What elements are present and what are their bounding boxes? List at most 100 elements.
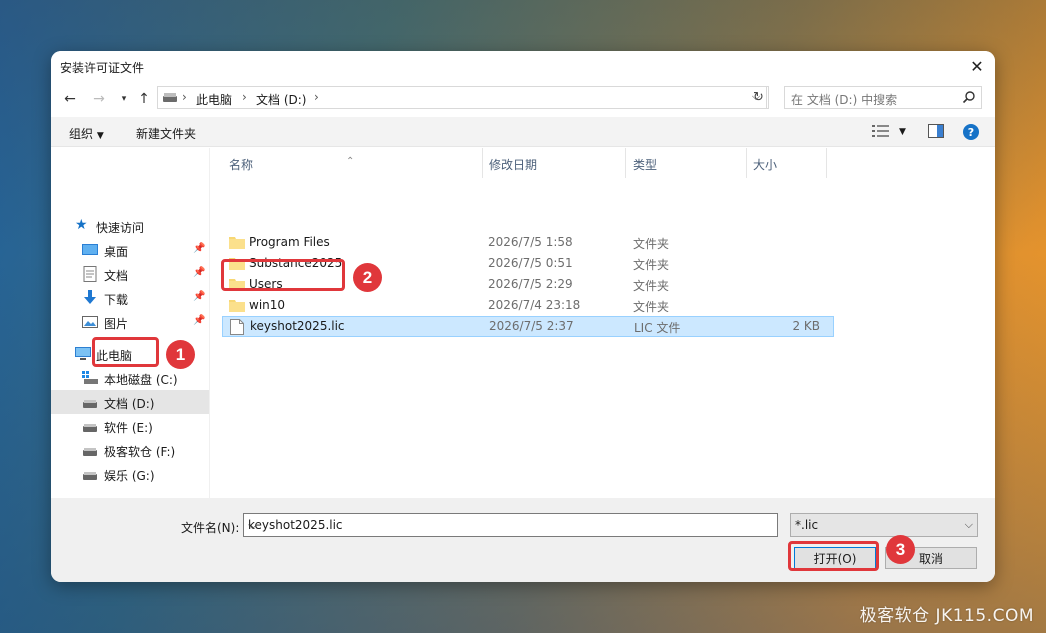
close-icon: ✕ xyxy=(970,56,984,76)
folder-icon xyxy=(229,237,245,249)
drive-icon xyxy=(83,400,97,408)
chevron-down-icon[interactable]: ⌵ xyxy=(248,518,773,533)
navigation-pane: ★ 快速访问 桌面 📌 文档 📌 下载 📌 图片 📌 此电脑 本地磁盘 (C:)… xyxy=(51,148,210,515)
sidebar-item-pictures[interactable]: 图片 📌 xyxy=(51,310,209,334)
chevron-down-icon: ▾ xyxy=(121,94,127,104)
dialog-title: 安装许可证文件 xyxy=(60,61,145,75)
sidebar-item-documents[interactable]: 文档 📌 xyxy=(51,262,209,286)
file-type: 文件夹 xyxy=(633,300,670,314)
column-size[interactable]: 大小 xyxy=(753,156,777,173)
file-type: LIC 文件 xyxy=(634,321,681,335)
forward-button[interactable]: → xyxy=(89,88,109,110)
desktop-icon xyxy=(82,244,98,255)
column-divider[interactable] xyxy=(625,148,626,178)
step-badge-1: 1 xyxy=(166,340,195,369)
file-row[interactable]: win10 2026/7/4 23:18 文件夹 xyxy=(222,295,834,316)
arrow-up-icon: ↑ xyxy=(138,91,150,107)
highlight-box-lic-file xyxy=(221,259,345,291)
pin-icon: 📌 xyxy=(193,315,206,326)
command-bar: 组织 ▼ 新建文件夹 ▼ ? xyxy=(51,117,995,147)
search-input[interactable]: 在 文档 (D:) 中搜索 xyxy=(784,86,982,109)
sidebar-item-drive-c[interactable]: 本地磁盘 (C:) xyxy=(51,366,209,390)
file-date: 2026/7/5 2:37 xyxy=(489,319,574,333)
file-type-filter: *.lic xyxy=(795,518,819,532)
breadcrumb-this-pc[interactable]: 此电脑 xyxy=(196,91,232,108)
filename-input[interactable]: keyshot2025.lic ⌵ xyxy=(243,513,778,537)
recent-locations-button[interactable]: ▾ xyxy=(114,88,134,110)
highlight-box-open-button xyxy=(788,541,879,571)
sidebar-item-downloads[interactable]: 下载 📌 xyxy=(51,286,209,310)
drive-icon xyxy=(163,93,177,102)
address-bar[interactable]: › 此电脑 › 文档 (D:) › ⌵ xyxy=(157,86,767,109)
sidebar-item-drive-f[interactable]: 极客软仓 (F:) xyxy=(51,438,209,462)
file-size: 2 KB xyxy=(792,319,820,333)
step-badge-2: 2 xyxy=(353,263,382,292)
arrow-left-icon: ← xyxy=(64,91,76,107)
close-button[interactable]: ✕ xyxy=(959,51,995,81)
arrow-right-icon: → xyxy=(93,91,105,107)
file-name: keyshot2025.lic xyxy=(250,319,345,333)
breadcrumb-separator: › xyxy=(182,90,187,104)
navigation-bar: ← → ▾ ↑ › 此电脑 › 文档 (D:) › ⌵ ↻ 在 文档 (D:) … xyxy=(51,84,995,114)
column-type[interactable]: 类型 xyxy=(633,156,657,173)
pictures-icon xyxy=(82,316,98,328)
refresh-button[interactable]: ↻ xyxy=(749,86,769,109)
system-drive-icon xyxy=(82,371,98,384)
step-badge-3: 3 xyxy=(886,535,915,564)
sidebar-item-quick-access[interactable]: ★ 快速访问 xyxy=(51,214,209,238)
sidebar-item-drive-d[interactable]: 文档 (D:) xyxy=(51,390,209,414)
file-list: ⌃ 名称 修改日期 类型 大小 Program Files 2026/7/5 1… xyxy=(211,148,995,498)
sidebar-item-drive-g[interactable]: 娱乐 (G:) xyxy=(51,462,209,486)
document-icon xyxy=(83,266,97,282)
column-divider[interactable] xyxy=(482,148,483,178)
file-open-dialog: 安装许可证文件 ✕ ← → ▾ ↑ › 此电脑 › 文档 (D:) › ⌵ ↻ xyxy=(51,51,995,582)
folder-icon xyxy=(229,300,245,312)
drive-icon xyxy=(83,424,97,432)
column-name[interactable]: 名称 xyxy=(229,156,253,173)
filename-label: 文件名(N): xyxy=(181,521,240,535)
up-button[interactable]: ↑ xyxy=(134,88,154,110)
column-divider[interactable] xyxy=(826,148,827,178)
file-name: win10 xyxy=(249,298,286,312)
computer-icon xyxy=(75,347,91,360)
breadcrumb-separator: › xyxy=(314,90,319,104)
drive-icon xyxy=(83,448,97,456)
sidebar-item-drive-e[interactable]: 软件 (E:) xyxy=(51,414,209,438)
preview-pane-icon[interactable] xyxy=(928,124,944,138)
column-divider[interactable] xyxy=(746,148,747,178)
sidebar-item-desktop[interactable]: 桌面 📌 xyxy=(51,238,209,262)
pin-icon: 📌 xyxy=(193,267,206,278)
file-date: 2026/7/5 1:58 xyxy=(488,235,573,249)
chevron-down-icon: ▼ xyxy=(96,131,104,141)
view-options-icon[interactable] xyxy=(872,124,890,138)
pin-icon: 📌 xyxy=(193,243,206,254)
help-icon[interactable]: ? xyxy=(963,124,979,140)
watermark: 极客软仓 JK115.COM xyxy=(859,606,1034,626)
refresh-icon: ↻ xyxy=(753,90,764,105)
search-icon xyxy=(962,91,975,104)
file-date: 2026/7/5 0:51 xyxy=(488,256,573,270)
file-type-select[interactable]: *.lic ⌵ xyxy=(790,513,978,537)
file-row[interactable]: Program Files 2026/7/5 1:58 文件夹 xyxy=(222,232,834,253)
file-type: 文件夹 xyxy=(633,258,670,272)
file-type: 文件夹 xyxy=(633,237,670,251)
view-dropdown-button[interactable]: ▼ xyxy=(899,127,906,137)
file-date: 2026/7/4 23:18 xyxy=(488,298,581,312)
organize-button[interactable]: 组织 ▼ xyxy=(69,125,104,142)
file-date: 2026/7/5 2:29 xyxy=(488,277,573,291)
breadcrumb-drive-d[interactable]: 文档 (D:) xyxy=(256,91,306,108)
back-button[interactable]: ← xyxy=(60,88,80,110)
chevron-down-icon: ⌵ xyxy=(964,518,973,531)
download-icon xyxy=(84,290,96,304)
drive-icon xyxy=(83,472,97,480)
breadcrumb-separator: › xyxy=(242,90,247,104)
file-type: 文件夹 xyxy=(633,279,670,293)
file-row-selected[interactable]: keyshot2025.lic 2026/7/5 2:37 LIC 文件 2 K… xyxy=(222,316,834,337)
sort-ascending-icon: ⌃ xyxy=(346,156,355,167)
search-placeholder: 在 文档 (D:) 中搜索 xyxy=(791,93,898,107)
star-icon: ★ xyxy=(75,217,88,233)
column-date[interactable]: 修改日期 xyxy=(489,156,537,173)
column-headers: ⌃ 名称 修改日期 类型 大小 xyxy=(211,148,995,178)
pin-icon: 📌 xyxy=(193,291,206,302)
new-folder-button[interactable]: 新建文件夹 xyxy=(136,125,196,142)
